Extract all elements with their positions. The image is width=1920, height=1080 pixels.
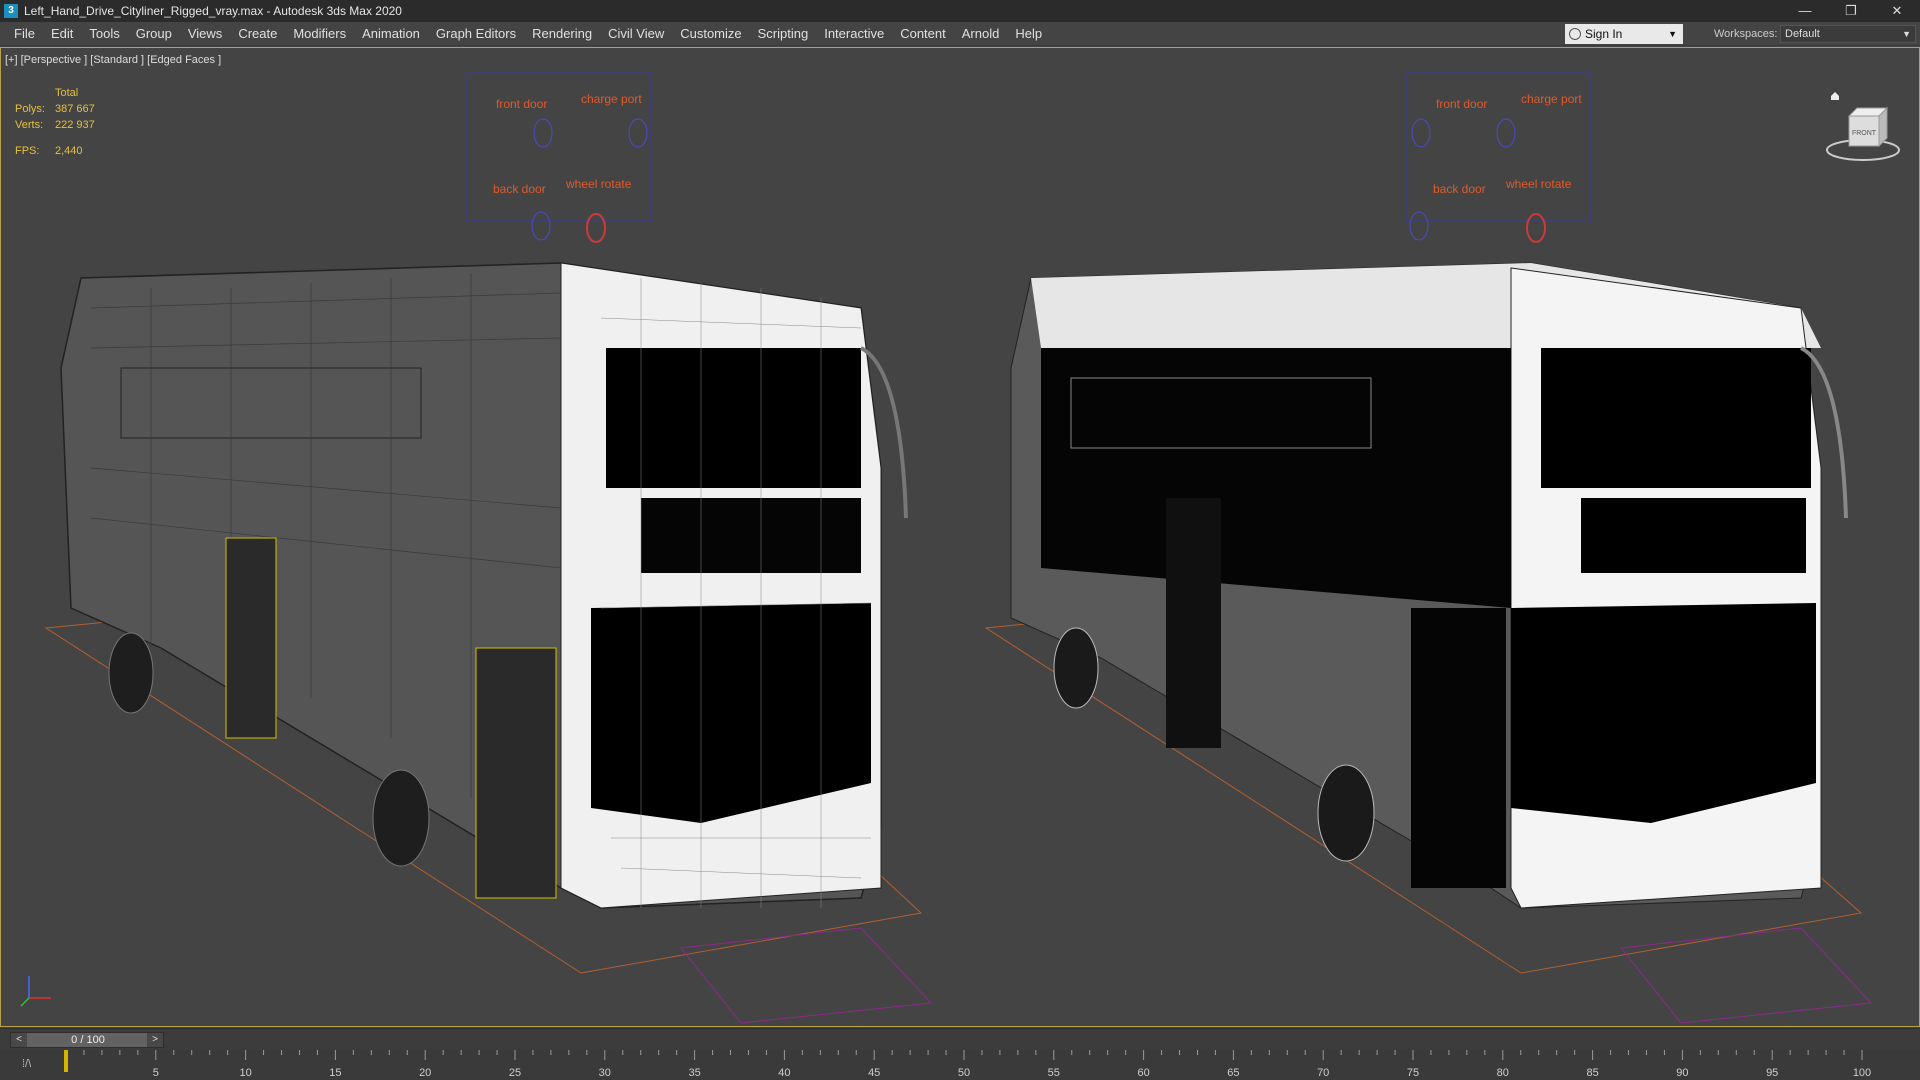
menu-bar: File Edit Tools Group Views Create Modifiers An… — [0, 22, 1920, 46]
track-bar[interactable]: ⁞/\ 5 10 15 20 25 30 35 40 45 50 55 60 65 70 75 80 85 90 9… — [0, 1050, 1920, 1080]
menu-graph-editors[interactable]: Graph Editors — [428, 22, 524, 46]
scene-canvas: front door charge port back door wheel r… — [20, 72, 1873, 1024]
stats-verts: Verts: 222 937 — [15, 119, 95, 131]
rig-label-charge-port: charge port — [1521, 92, 1582, 106]
frame-tick-label: 95 — [1766, 1067, 1778, 1079]
menu-interactive[interactable]: Interactive — [816, 22, 892, 46]
rig-panel-right: front door charge port back door wheel r… — [1405, 72, 1592, 243]
rig-label-charge-port: charge port — [581, 92, 642, 106]
menu-file[interactable]: File — [6, 22, 43, 46]
frame-tick-label: 100 — [1853, 1067, 1871, 1079]
menu-views[interactable]: Views — [180, 22, 230, 46]
rig-label-back-door: back door — [1433, 182, 1486, 196]
prev-frame-button[interactable]: < — [11, 1033, 27, 1047]
next-frame-button[interactable]: > — [147, 1033, 163, 1047]
frame-tick-label: 15 — [329, 1067, 341, 1079]
workspace-select[interactable]: Default ▼ — [1780, 25, 1916, 43]
current-frame-marker — [64, 1050, 68, 1072]
app-icon: 3 — [4, 4, 18, 18]
window-title: Left_Hand_Drive_Cityliner_Rigged_vray.ma… — [24, 4, 402, 18]
rig-label-front-door: front door — [1436, 97, 1487, 111]
axis-tripod-icon — [20, 976, 51, 1007]
frame-tick-label: 10 — [239, 1067, 251, 1079]
frame-tick-label: 50 — [958, 1067, 970, 1079]
time-slider-thumb[interactable]: 0 / 100 — [27, 1033, 149, 1047]
scene-statistics: Total Polys: 387 667 Verts: 222 937 FPS: 2,… — [15, 85, 95, 159]
menu-customize[interactable]: Customize — [672, 22, 749, 46]
ground-rig-right — [1620, 927, 1873, 1024]
workspaces-label: Workspaces: — [1714, 28, 1778, 40]
frame-tick-label: 5 — [153, 1067, 159, 1079]
frame-tick-label: 35 — [688, 1067, 700, 1079]
rig-panel-left: front door charge port back door wheel r… — [465, 72, 652, 243]
menu-edit[interactable]: Edit — [43, 22, 81, 46]
frame-tick-label: 55 — [1048, 1067, 1060, 1079]
window-controls: — ❐ ✕ — [1782, 0, 1920, 22]
title-bar: 3 Left_Hand_Drive_Cityliner_Rigged_vray.… — [0, 0, 1920, 22]
frame-tick-label: 85 — [1586, 1067, 1598, 1079]
chevron-down-icon: ▼ — [1902, 29, 1911, 39]
bus-wireframe — [60, 262, 908, 909]
rig-label-wheel-rotate: wheel rotate — [565, 177, 632, 191]
time-slider[interactable]: < 0 / 100 > — [10, 1032, 164, 1048]
menu-group[interactable]: Group — [128, 22, 180, 46]
menu-animation[interactable]: Animation — [354, 22, 428, 46]
menu-help[interactable]: Help — [1007, 22, 1050, 46]
menu-create[interactable]: Create — [230, 22, 285, 46]
ground-rig-left — [680, 927, 933, 1024]
frame-tick-label: 30 — [599, 1067, 611, 1079]
menu-content[interactable]: Content — [892, 22, 954, 46]
close-button[interactable]: ✕ — [1874, 0, 1920, 22]
frame-tick-label: 45 — [868, 1067, 880, 1079]
workspace-value: Default — [1785, 28, 1820, 40]
viewcube-front-label: FRONT — [1852, 130, 1877, 137]
menu-rendering[interactable]: Rendering — [524, 22, 600, 46]
frame-tick-label: 70 — [1317, 1067, 1329, 1079]
frame-tick-label: 20 — [419, 1067, 431, 1079]
rig-label-wheel-rotate: wheel rotate — [1505, 177, 1572, 191]
frame-tick-label: 80 — [1497, 1067, 1509, 1079]
menu-modifiers[interactable]: Modifiers — [285, 22, 354, 46]
menu-tools[interactable]: Tools — [81, 22, 127, 46]
menu-civil-view[interactable]: Civil View — [600, 22, 672, 46]
rig-label-front-door: front door — [496, 97, 547, 111]
restore-button[interactable]: ❐ — [1828, 0, 1874, 22]
frame-tick-label: 40 — [778, 1067, 790, 1079]
menu-scripting[interactable]: Scripting — [750, 22, 817, 46]
frame-ruler: 5 10 15 20 25 30 35 40 45 50 55 60 65 70 75 80 85 90 95 100 — [64, 1050, 1871, 1079]
stats-header: Total — [55, 87, 79, 99]
frame-tick-label: 75 — [1407, 1067, 1419, 1079]
viewport-label-menu[interactable]: [+] [Perspective ] [Standard ] [Edged Fa… — [5, 54, 221, 66]
viewcube[interactable]: FRONT — [1821, 88, 1901, 178]
minimize-button[interactable]: — — [1782, 0, 1828, 22]
bus-shaded — [1010, 262, 1848, 909]
sign-in-button[interactable]: Sign In ▼ — [1565, 24, 1683, 44]
frame-tick-label: 90 — [1676, 1067, 1688, 1079]
frame-tick-label: 25 — [509, 1067, 521, 1079]
perspective-viewport[interactable]: front door charge port back door wheel r… — [0, 47, 1920, 1027]
home-icon — [1831, 92, 1839, 100]
user-icon — [1569, 28, 1581, 40]
sign-in-label: Sign In — [1585, 27, 1623, 41]
stats-polys: Polys: 387 667 — [15, 103, 95, 115]
rig-label-back-door: back door — [493, 182, 546, 196]
frame-tick-label: 60 — [1137, 1067, 1149, 1079]
stats-fps: FPS: 2,440 — [15, 145, 83, 157]
menu-arnold[interactable]: Arnold — [954, 22, 1008, 46]
menu-items: File Edit Tools Group Views Create Modifiers An… — [0, 22, 1050, 46]
frame-tick-label: 65 — [1227, 1067, 1239, 1079]
time-slider-bar: < 0 / 100 > — [0, 1028, 1920, 1050]
chevron-down-icon: ▼ — [1668, 29, 1677, 39]
